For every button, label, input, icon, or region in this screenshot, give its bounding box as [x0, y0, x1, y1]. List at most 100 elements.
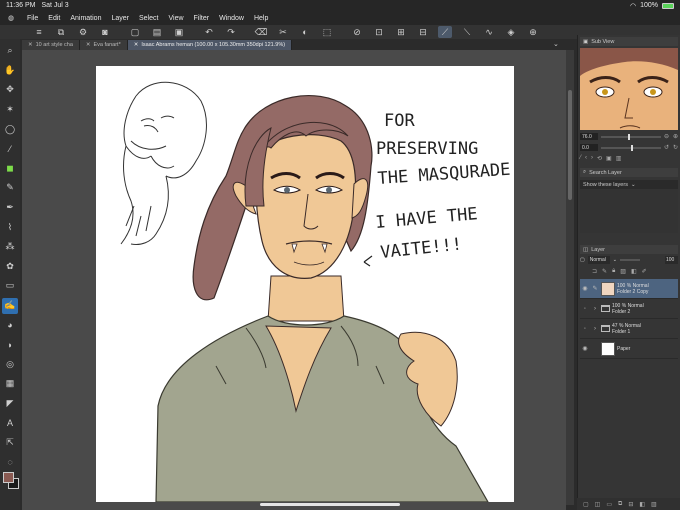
selection-layer-icon[interactable]: ⊟ [416, 26, 430, 38]
fill-icon[interactable]: ◐ [298, 26, 312, 38]
redo-icon[interactable]: ↷ [224, 26, 238, 38]
crop-icon[interactable]: ⊞ [394, 26, 408, 38]
delete-icon[interactable]: ▥ [616, 155, 622, 162]
zoom-slider[interactable] [601, 133, 661, 140]
canvas-scrollbar[interactable] [566, 50, 574, 505]
expand-icon[interactable]: › [591, 306, 599, 312]
layer-row[interactable]: ◉ Paper [580, 339, 678, 359]
hand-icon[interactable]: ✋ [2, 62, 18, 78]
tab-document-1[interactable]: ✕ 10 art style cha [22, 40, 80, 50]
clipping-icon[interactable]: ⊐ [592, 268, 597, 275]
zoom-icon[interactable]: ⌕ [2, 43, 18, 59]
eye-icon[interactable]: ◦ [581, 326, 589, 332]
menu-view[interactable]: View [163, 15, 188, 22]
export-icon[interactable]: ⧉ [54, 26, 68, 38]
layer-opacity-value[interactable]: 100 [665, 256, 678, 264]
menu-filter[interactable]: Filter [189, 15, 215, 22]
angle-slider[interactable] [601, 144, 661, 151]
app-menu-icon[interactable]: ◍ [0, 14, 22, 22]
tab-document-2[interactable]: ✕ Eva fanart* [79, 40, 128, 50]
fill-bucket-icon[interactable]: ◕ [2, 317, 18, 333]
new-vector-layer-icon[interactable]: ◫ [595, 501, 601, 508]
zoom-in-icon[interactable]: ⊕ [673, 133, 678, 140]
expand-icon[interactable]: › [591, 326, 599, 332]
close-icon[interactable]: ✕ [86, 42, 91, 48]
color-chips[interactable] [3, 472, 19, 490]
lasso-icon[interactable]: ◯ [2, 121, 18, 137]
invert-selection-icon[interactable]: ⊡ [372, 26, 386, 38]
angle-value[interactable]: 0.0 [580, 144, 598, 151]
save-icon[interactable]: ▣ [172, 26, 186, 38]
text-icon[interactable]: A [2, 415, 18, 431]
layer-row[interactable]: ◦ › 100 % Normal Folder 2 [580, 299, 678, 319]
blend-mode-select[interactable]: Normal [587, 256, 610, 264]
hamburger-icon[interactable]: ≡ [32, 26, 46, 38]
shape-icon[interactable]: ◎ [2, 356, 18, 372]
camera-icon[interactable]: ◙ [98, 26, 112, 38]
merge-layer-icon[interactable]: ⊟ [628, 501, 633, 508]
close-icon[interactable]: ✕ [28, 42, 33, 48]
angle-knob[interactable] [630, 144, 633, 151]
rotate-left-icon[interactable]: ↺ [664, 144, 669, 151]
clear-icon[interactable]: ⌫ [254, 26, 268, 38]
eraser-icon[interactable]: ▭ [2, 278, 18, 294]
gradient-icon[interactable]: ◗ [2, 337, 18, 353]
main-color-chip[interactable] [3, 472, 14, 483]
move-icon[interactable]: ✥ [2, 82, 18, 98]
new-folder-icon[interactable]: ▭ [606, 501, 612, 508]
canvas-area[interactable]: FOR PRESERVING THE MASQURADE I HAVE THE … [22, 50, 566, 510]
gear-icon[interactable]: ⚙ [76, 26, 90, 38]
3d-icon[interactable]: ◈ [504, 26, 518, 38]
eye-icon[interactable]: ◉ [581, 345, 589, 352]
eyedropper-icon[interactable]: ⁄ [2, 141, 18, 157]
folder-open-icon[interactable]: ▤ [150, 26, 164, 38]
chevron-down-icon[interactable]: ⌄ [553, 40, 559, 48]
lock-transparent-icon[interactable]: ▨ [620, 268, 626, 275]
menu-file[interactable]: File [22, 15, 43, 22]
blend-icon[interactable]: ✍ [2, 297, 18, 314]
chevron-left-icon[interactable]: ‹ [585, 155, 587, 162]
menu-animation[interactable]: Animation [65, 15, 106, 22]
scrollbar-thumb[interactable] [568, 90, 572, 200]
pen-pressure-icon[interactable]: ⟋ [438, 26, 452, 38]
eyedropper-icon[interactable]: ⁄ [580, 155, 581, 162]
airbrush-icon[interactable]: ⁂ [2, 239, 18, 255]
grid-icon[interactable]: ⊕ [526, 26, 540, 38]
home-indicator[interactable] [260, 503, 400, 506]
mask-layer-icon[interactable]: ◧ [639, 501, 645, 508]
reset-icon[interactable]: ⟲ [597, 155, 602, 162]
reference-icon[interactable]: ✎ [602, 268, 607, 275]
close-icon[interactable]: ✕ [134, 42, 139, 48]
menu-window[interactable]: Window [214, 15, 249, 22]
ruler-icon[interactable]: ◤ [2, 395, 18, 411]
zoom-knob[interactable] [627, 133, 630, 140]
wand-icon[interactable]: ✶ [2, 102, 18, 118]
frame-icon[interactable]: ▦ [2, 376, 18, 392]
chevron-down-icon[interactable]: ⌄ [613, 257, 617, 263]
sub-tool-green-icon[interactable]: ◼ [2, 160, 18, 176]
new-canvas-icon[interactable]: ▢ [128, 26, 142, 38]
menu-edit[interactable]: Edit [43, 15, 65, 22]
operation-icon[interactable]: ⇱ [2, 435, 18, 451]
layer-row[interactable]: ◦ › 47 % Normal Folder 1 [580, 319, 678, 339]
eye-icon[interactable]: ◦ [581, 306, 589, 312]
smoothing-icon[interactable]: ∿ [482, 26, 496, 38]
menu-select[interactable]: Select [134, 15, 163, 22]
lock-icon[interactable]: 🔒︎ [612, 268, 615, 275]
undo-icon[interactable]: ↶ [202, 26, 216, 38]
balloon-icon[interactable]: ◌ [2, 454, 18, 470]
rotate-right-icon[interactable]: ↻ [673, 144, 678, 151]
menu-layer[interactable]: Layer [106, 15, 134, 22]
tab-document-3[interactable]: ✕ Isaac Abrams heman (100.00 x 105.30mm … [127, 40, 293, 50]
drawing-canvas[interactable]: FOR PRESERVING THE MASQURADE I HAVE THE … [96, 66, 514, 502]
zoom-out-icon[interactable]: ⊖ [664, 133, 669, 140]
deselect-icon[interactable]: ⊘ [350, 26, 364, 38]
draft-icon[interactable]: ✐ [642, 268, 647, 275]
layer-property-icon[interactable]: ▢ [580, 257, 585, 263]
layer-opacity-slider[interactable] [619, 259, 640, 261]
image-icon[interactable]: ▣ [606, 155, 612, 162]
decoration-icon[interactable]: ✿ [2, 258, 18, 274]
eye-icon[interactable]: ◉ [581, 285, 589, 292]
mask-icon[interactable]: ◧ [631, 268, 637, 275]
brush-icon[interactable]: ⌇ [2, 219, 18, 235]
